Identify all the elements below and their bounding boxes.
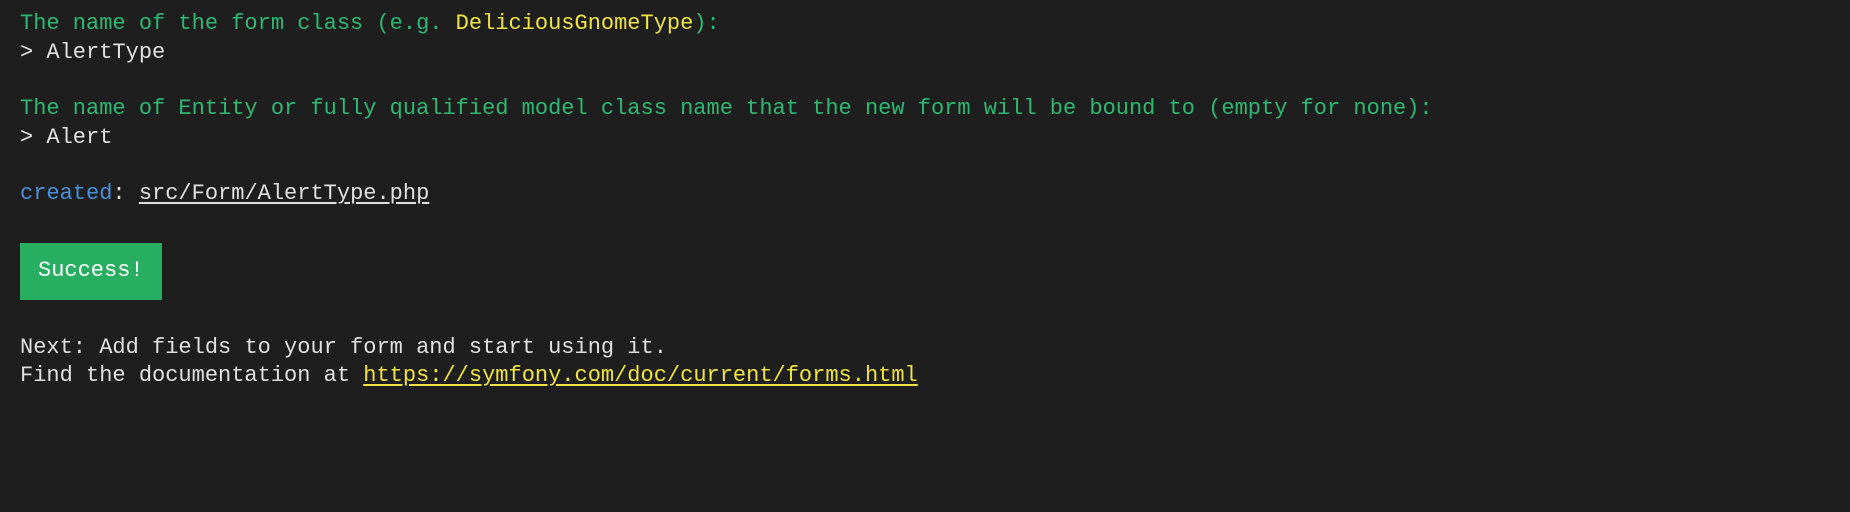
created-path: src/Form/AlertType.php xyxy=(139,181,429,206)
input-form-class-line: > AlertType xyxy=(20,39,1830,68)
next-text: Add fields to your form and start using … xyxy=(99,335,667,360)
input-prefix-1: > xyxy=(20,40,46,65)
spacer xyxy=(20,152,1830,180)
spacer xyxy=(20,67,1830,95)
success-badge: Success! xyxy=(20,243,162,300)
prompt-entity: The name of Entity or fully qualified mo… xyxy=(20,95,1830,124)
input-entity-value[interactable]: Alert xyxy=(46,125,112,150)
input-prefix-2: > xyxy=(20,125,46,150)
prompt-text-before: The name of the form class (e.g. xyxy=(20,11,456,36)
input-entity-line: > Alert xyxy=(20,124,1830,153)
docs-url[interactable]: https://symfony.com/doc/current/forms.ht… xyxy=(363,363,918,388)
created-line: created: src/Form/AlertType.php xyxy=(20,180,1830,209)
created-separator: : xyxy=(112,181,138,206)
docs-prefix: Find the documentation at xyxy=(20,363,363,388)
prompt-text-after: ): xyxy=(693,11,719,36)
created-label: created xyxy=(20,181,112,206)
input-form-class-value[interactable]: AlertType xyxy=(46,40,165,65)
success-badge-container: Success! xyxy=(20,237,1830,306)
prompt-example: DeliciousGnomeType xyxy=(456,11,694,36)
prompt-form-class: The name of the form class (e.g. Delicio… xyxy=(20,10,1830,39)
spacer xyxy=(20,209,1830,237)
next-line: Next: Add fields to your form and start … xyxy=(20,334,1830,363)
spacer xyxy=(20,306,1830,334)
next-prefix: Next: xyxy=(20,335,99,360)
docs-line: Find the documentation at https://symfon… xyxy=(20,362,1830,391)
